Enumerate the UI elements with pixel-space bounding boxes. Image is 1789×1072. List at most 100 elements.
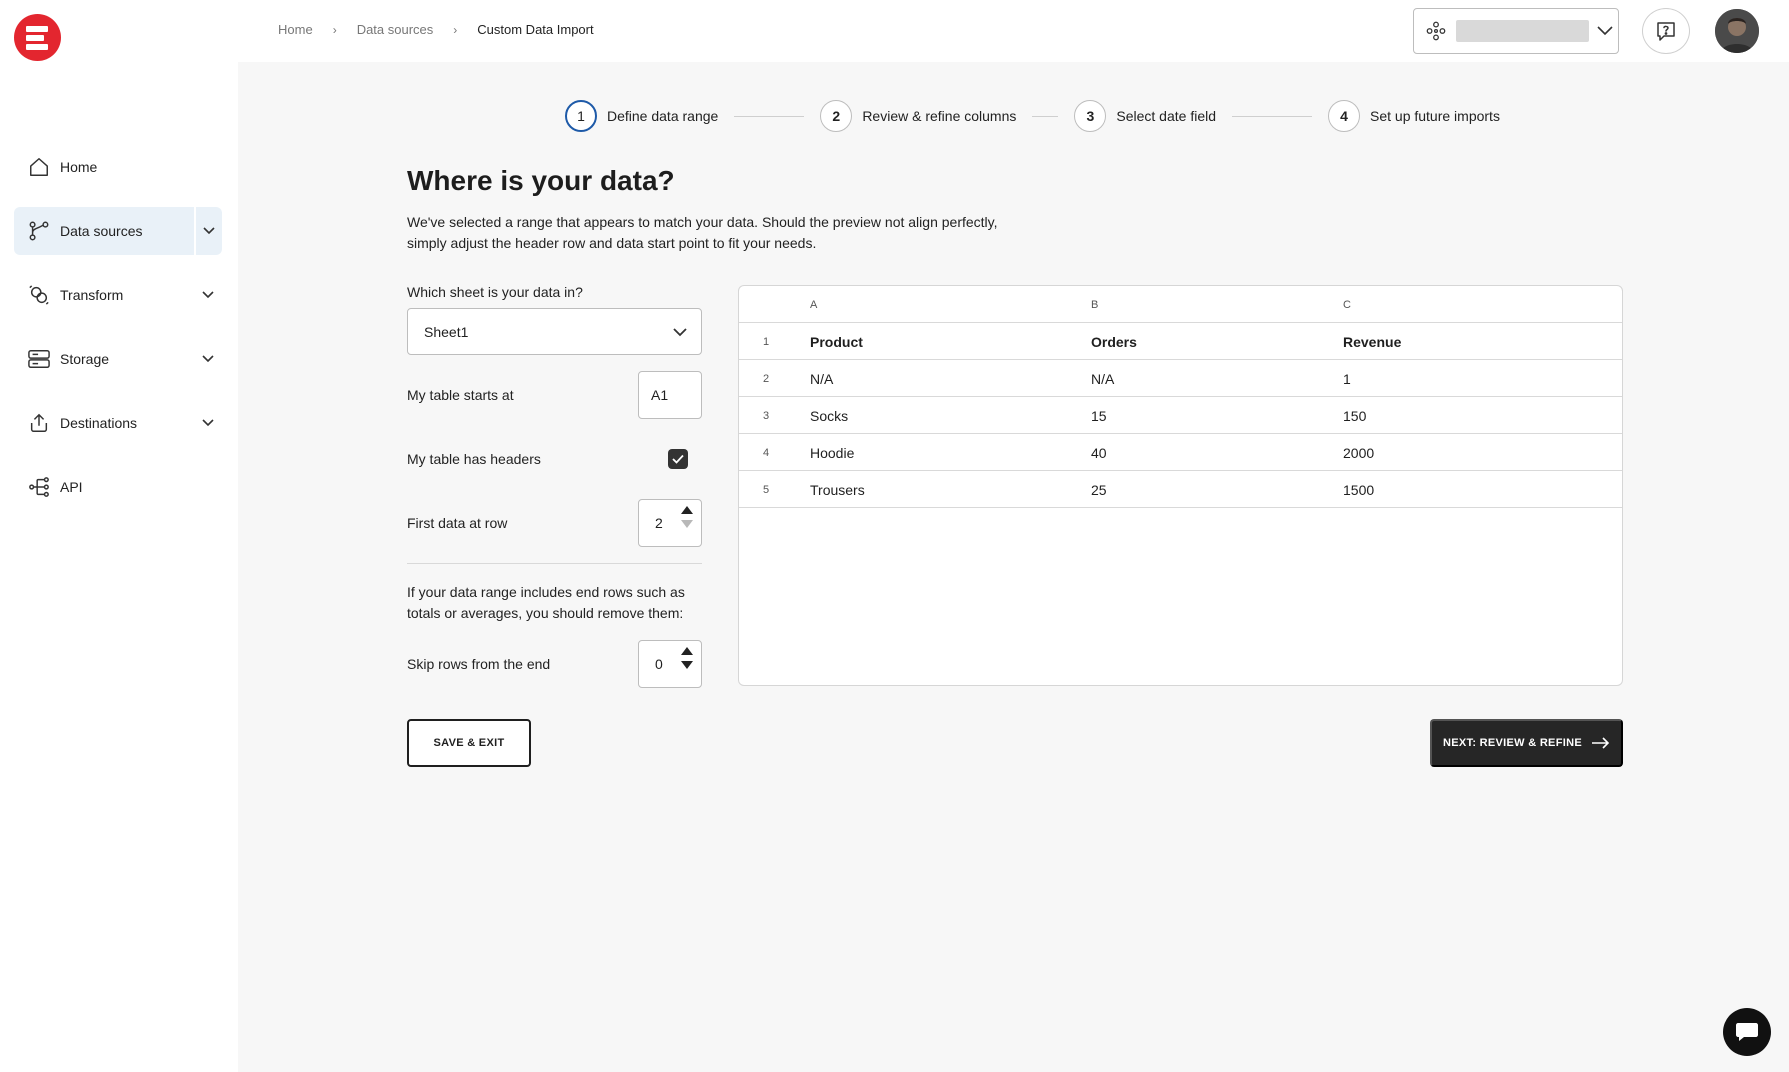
row-number: 5: [763, 483, 770, 496]
table-cell: N/A: [1091, 370, 1115, 387]
account-name-placeholder: [1456, 20, 1589, 42]
chevron-down-icon: [1597, 26, 1613, 36]
brand-logo[interactable]: [14, 14, 61, 61]
increment-arrow-icon[interactable]: [681, 506, 693, 514]
sheet-select-value: Sheet1: [424, 323, 469, 340]
app-root: Home Data sources Transform Storage Dest…: [0, 0, 1789, 1072]
table-row: 5 Trousers 25 1500: [739, 471, 1622, 508]
table-cell: 25: [1091, 481, 1107, 498]
table-cell: 150: [1343, 407, 1367, 424]
chevron-down-icon[interactable]: [194, 271, 222, 319]
column-letter: A: [810, 298, 818, 311]
sidebar-nav: Home Data sources Transform Storage Dest…: [14, 143, 222, 527]
help-chat-icon: [1654, 19, 1678, 43]
sidebar-item-label: Transform: [60, 287, 124, 303]
sheet-select[interactable]: Sheet1: [407, 308, 702, 355]
transform-icon: [26, 282, 52, 308]
step-review-refine-columns: 2 Review & refine columns: [820, 100, 1016, 132]
skip-rows-stepper[interactable]: 0: [638, 640, 702, 688]
user-avatar[interactable]: [1715, 9, 1759, 53]
next-button-label: NEXT: REVIEW & REFINE: [1443, 737, 1582, 749]
table-start-row: My table starts at A1: [407, 371, 702, 419]
stepper-arrows: [681, 647, 693, 669]
api-icon: [26, 474, 52, 500]
data-preview-table: A B C 1 Product Orders Revenue 2 N/A N/A…: [738, 285, 1623, 686]
column-letter: B: [1091, 298, 1099, 311]
chat-launcher-button[interactable]: [1723, 1008, 1771, 1056]
step-connector: [1032, 115, 1059, 117]
skip-rows-label: Skip rows from the end: [407, 656, 551, 672]
table-row: 4 Hoodie 40 2000: [739, 434, 1622, 471]
workspace-icon: [1425, 20, 1447, 42]
step-set-up-future-imports: 4 Set up future imports: [1328, 100, 1500, 132]
account-selector[interactable]: [1413, 8, 1619, 54]
breadcrumb-separator: ›: [453, 22, 458, 37]
chevron-down-icon[interactable]: [194, 335, 222, 383]
chevron-down-icon[interactable]: [194, 207, 222, 255]
data-range-form: Which sheet is your data in? Sheet1 My t…: [407, 284, 702, 688]
increment-arrow-icon[interactable]: [681, 647, 693, 655]
arrow-right-icon: [1591, 737, 1610, 749]
table-cell: Hoodie: [810, 444, 855, 461]
top-bar: Home › Data sources › Custom Data Import: [238, 0, 1789, 62]
step-connector: [734, 115, 805, 117]
table-cell: 2000: [1343, 444, 1375, 461]
sidebar-item-label: Data sources: [60, 223, 143, 239]
sidebar-item-home[interactable]: Home: [14, 143, 222, 191]
help-button[interactable]: [1642, 8, 1690, 54]
table-cell: 40: [1091, 444, 1107, 461]
sidebar-item-storage[interactable]: Storage: [14, 335, 222, 383]
step-number: 4: [1328, 100, 1360, 132]
progress-stepper: 1 Define data range 2 Review & refine co…: [565, 99, 1500, 133]
next-review-refine-button[interactable]: NEXT: REVIEW & REFINE: [1430, 719, 1623, 767]
headers-checkbox[interactable]: [668, 449, 688, 469]
step-connector: [1232, 115, 1312, 117]
page-description: We've selected a range that appears to m…: [407, 214, 998, 251]
destinations-icon: [26, 410, 52, 436]
sidebar: Home Data sources Transform Storage Dest…: [0, 0, 238, 1072]
first-row-label: First data at row: [407, 515, 508, 531]
step-number: 2: [820, 100, 853, 132]
row-number: 4: [763, 446, 770, 459]
table-start-input[interactable]: A1: [638, 371, 702, 419]
checkmark-icon: [672, 454, 684, 464]
breadcrumb-home[interactable]: Home: [278, 22, 313, 37]
first-row-stepper[interactable]: 2: [638, 499, 702, 547]
data-sources-icon: [26, 218, 52, 244]
end-rows-help-text: If your data range includes end rows suc…: [407, 584, 685, 621]
row-number: 3: [763, 409, 770, 422]
form-divider: [407, 563, 702, 564]
page-title: Where is your data?: [407, 165, 675, 196]
header-cell: Orders: [1091, 333, 1137, 350]
stepper-arrows: [681, 506, 693, 528]
breadcrumb-separator: ›: [332, 22, 337, 37]
step-label: Define data range: [607, 108, 719, 124]
chat-bubble-icon: [1735, 1021, 1759, 1043]
table-start-label: My table starts at: [407, 387, 514, 403]
header-cell: Product: [810, 333, 863, 350]
step-define-data-range: 1 Define data range: [565, 100, 718, 132]
first-row-row: First data at row 2: [407, 499, 702, 547]
chevron-down-icon[interactable]: [194, 399, 222, 447]
column-letter-row: A B C: [739, 286, 1622, 323]
first-row-value: 2: [655, 515, 663, 531]
home-icon: [26, 154, 52, 180]
breadcrumb-data-sources[interactable]: Data sources: [357, 22, 434, 37]
decrement-arrow-icon[interactable]: [681, 520, 693, 528]
sidebar-item-label: Storage: [60, 351, 110, 367]
sheet-label: Which sheet is your data in?: [407, 284, 583, 300]
save-exit-button[interactable]: SAVE & EXIT: [407, 719, 531, 767]
skip-rows-row: Skip rows from the end 0: [407, 640, 702, 688]
sidebar-item-data-sources[interactable]: Data sources: [14, 207, 222, 255]
sidebar-item-api[interactable]: API: [14, 463, 222, 511]
table-cell: Trousers: [810, 481, 865, 498]
breadcrumb-current: Custom Data Import: [477, 22, 594, 37]
table-row: 1 Product Orders Revenue: [739, 323, 1622, 360]
decrement-arrow-icon[interactable]: [681, 661, 693, 669]
sidebar-item-transform[interactable]: Transform: [14, 271, 222, 319]
step-number: 3: [1074, 100, 1107, 132]
table-cell: 1: [1343, 370, 1351, 387]
table-cell: N/A: [810, 370, 834, 387]
chevron-down-icon: [673, 324, 687, 340]
sidebar-item-destinations[interactable]: Destinations: [14, 399, 222, 447]
